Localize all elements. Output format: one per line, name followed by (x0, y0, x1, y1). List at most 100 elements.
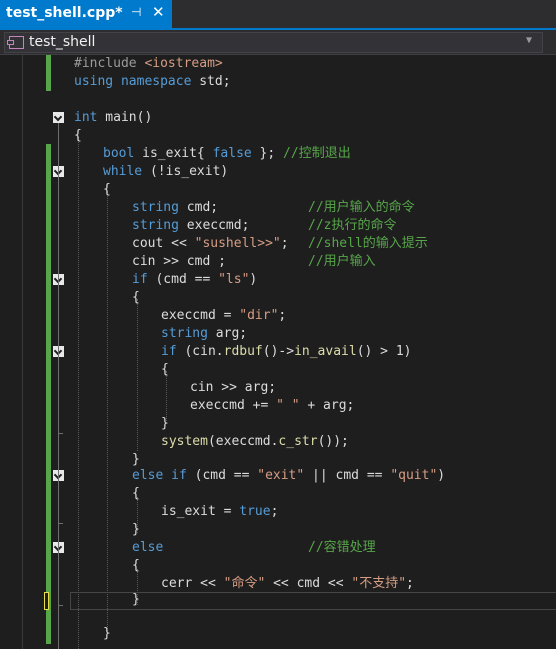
fold-end-marker (58, 433, 63, 434)
code-line-31: } (132, 592, 140, 607)
navigation-bar: test_shell ▼ (0, 30, 556, 55)
token: int (74, 110, 98, 125)
token: main() (97, 110, 153, 125)
token: is_exit = (161, 504, 240, 519)
comment: //z执行的命令 (308, 218, 397, 233)
token: if (132, 272, 148, 287)
code-line-1: #include <iostream> (74, 55, 223, 73)
token: std; (191, 74, 231, 89)
code-editor[interactable]: #include <iostream> using namespace std;… (0, 55, 556, 649)
code-line-30: cerr << "命令" << cmd << "不支持"; (161, 575, 414, 593)
token: c_str (278, 434, 318, 449)
indent-guide (137, 299, 138, 451)
code-line-4: int main() (74, 109, 152, 127)
code-line-25: { (132, 486, 140, 501)
bookmark-marker (44, 592, 49, 610)
token: while (103, 164, 143, 179)
comment: //容错处理 (308, 540, 376, 555)
token: "dir" (239, 308, 279, 323)
token: execcmd; (178, 218, 250, 233)
token: "quit" (390, 468, 438, 483)
token: ; (278, 308, 287, 323)
code-line-16: string arg; (161, 325, 247, 343)
close-icon[interactable]: ✕ (152, 3, 165, 21)
token: ) (249, 272, 258, 287)
code-line-20: execcmd += " " + arg; (190, 397, 354, 415)
token: << cmd << (265, 576, 352, 591)
code-line-18: { (161, 362, 169, 377)
token: (execcmd. (207, 434, 279, 449)
token: (cmd == (147, 272, 219, 287)
code-line-15: execcmd = "dir"; (161, 307, 286, 325)
code-line-22: system(execcmd.c_str()); (161, 433, 349, 451)
token: cout << (132, 236, 195, 251)
comment: //用户输入的命令 (308, 200, 415, 215)
chevron-down-icon[interactable]: ▼ (526, 35, 532, 46)
tab-test-shell-cpp[interactable]: test_shell.cpp* ⊣ ✕ (0, 0, 172, 28)
comment: //shell的输入提示 (308, 236, 428, 251)
change-marker (46, 144, 51, 644)
change-marker (46, 55, 51, 91)
token: string (132, 218, 179, 233)
comment: //控制退出 (283, 146, 351, 161)
code-line-28: else (132, 540, 164, 555)
token: " " (276, 398, 300, 413)
token: "exit" (257, 468, 305, 483)
token: else if (132, 468, 187, 483)
code-line-12: cin >> cmd ; (132, 254, 226, 269)
fold-toggle-icon[interactable] (53, 112, 64, 123)
code-line-29: { (132, 558, 140, 573)
token: ; (280, 236, 289, 251)
token: if (161, 344, 177, 359)
indent-guide (107, 191, 108, 631)
token: system (161, 434, 208, 449)
code-line-7: while (!is_exit) (103, 163, 228, 181)
token: is_exit{ (134, 146, 213, 161)
token: ()); (317, 434, 349, 449)
token: false (212, 146, 252, 161)
code-line-24: else if (cmd == "exit" || cmd == "quit") (132, 467, 445, 485)
token: }; (251, 146, 284, 161)
code-line-19: cin >> arg; (190, 380, 277, 395)
pin-icon[interactable]: ⊣ (131, 5, 141, 19)
fold-line (58, 123, 59, 649)
token: true (239, 504, 271, 519)
code-line-21: } (161, 416, 169, 431)
tab-bar: test_shell.cpp* ⊣ ✕ (0, 0, 556, 28)
project-icon (7, 36, 24, 49)
token: using namespace (74, 74, 192, 89)
tab-title: test_shell.cpp* (6, 5, 123, 21)
current-line-highlight (70, 592, 556, 610)
token: cmd; (178, 200, 219, 215)
token: execcmd += (190, 398, 277, 413)
token: bool (103, 146, 135, 161)
token: ; (270, 504, 279, 519)
code-line-2: using namespace std; (74, 73, 231, 91)
token: execcmd = (161, 308, 240, 323)
fold-end-marker (58, 605, 63, 606)
token: string (132, 200, 179, 215)
token: "sushell>>" (194, 236, 281, 251)
code-line-10: string execcmd; (132, 217, 249, 235)
code-line-6: bool is_exit{ false }; //控制退出 (103, 145, 351, 163)
scope-dropdown[interactable]: test_shell ▼ (4, 32, 543, 53)
margin-divider (22, 55, 23, 649)
token: rdbuf (223, 344, 263, 359)
token: #include (74, 56, 145, 71)
comment: //用户输入 (308, 254, 376, 269)
token: "ls" (218, 272, 250, 287)
token: <iostream> (144, 56, 223, 71)
code-line-8: { (103, 182, 111, 197)
token: in_avail (294, 344, 357, 359)
token: (cin. (176, 344, 224, 359)
code-line-27: } (132, 522, 140, 537)
code-line-13: if (cmd == "ls") (132, 271, 257, 289)
code-line-17: if (cin.rdbuf()->in_avail() > 1) (161, 343, 412, 361)
token: cerr << (161, 576, 224, 591)
token: "不支持" (351, 576, 407, 591)
token: (!is_exit) (142, 164, 229, 179)
scope-label: test_shell (29, 34, 96, 50)
code-line-33: } (103, 626, 111, 641)
indent-guide (78, 137, 79, 649)
code-line-26: is_exit = true; (161, 503, 278, 521)
